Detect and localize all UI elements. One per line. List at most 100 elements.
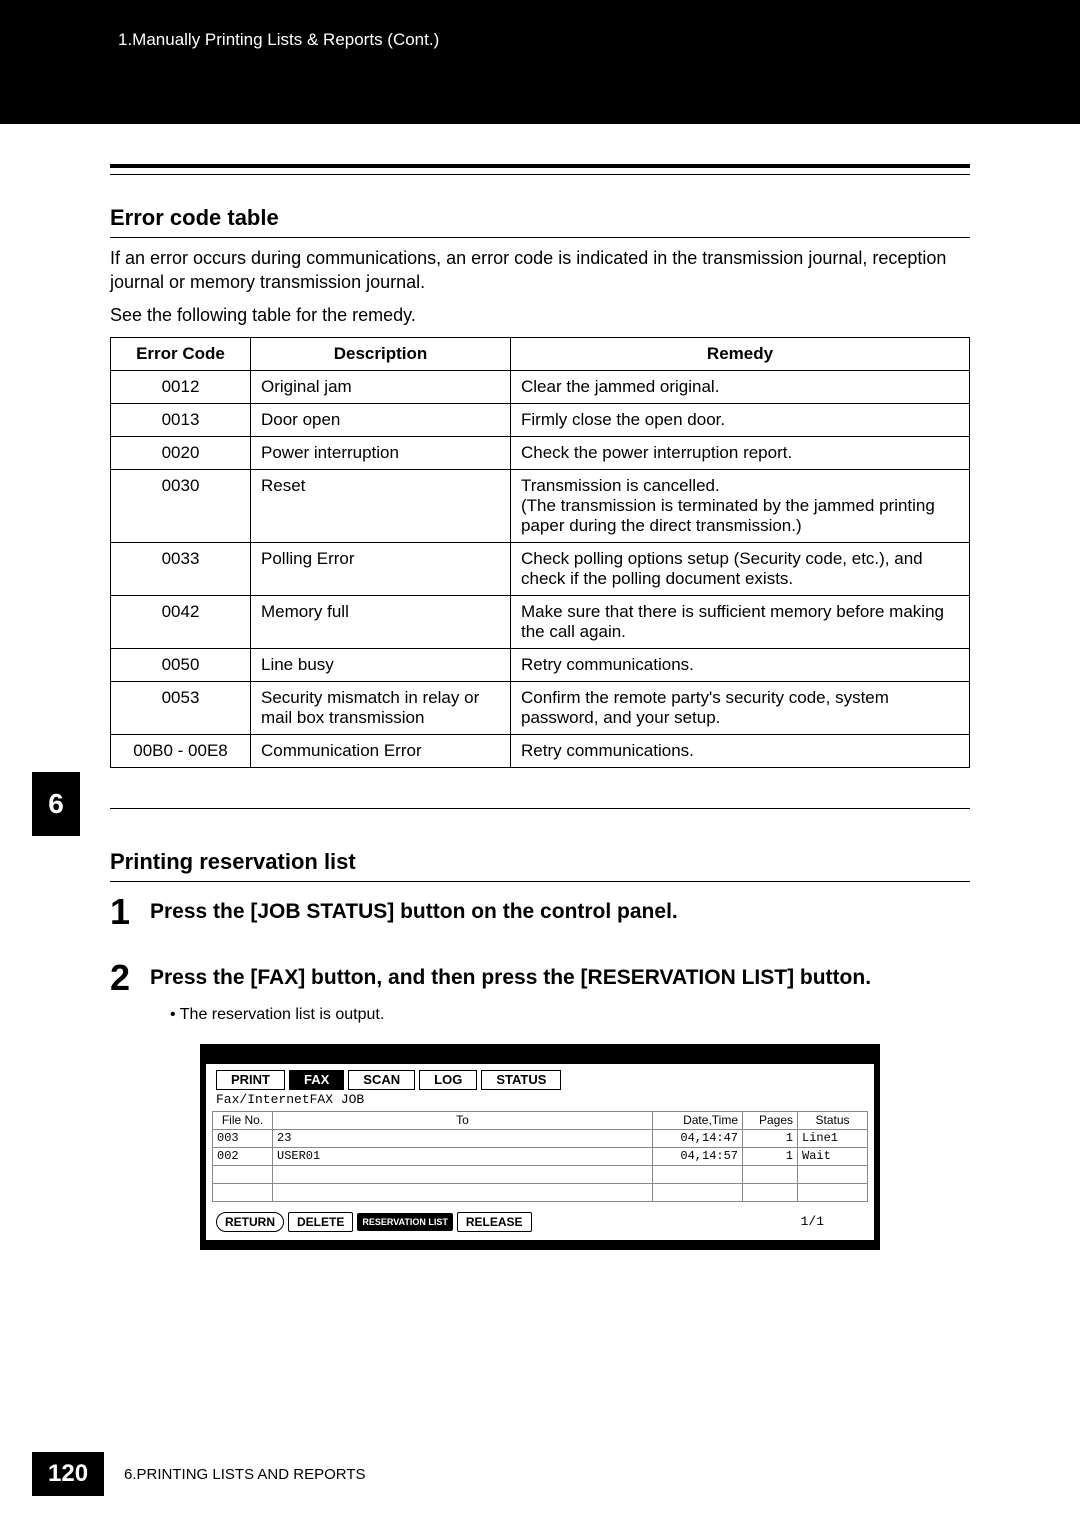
table-cell-desc: Polling Error: [251, 542, 511, 595]
table-cell-desc: Door open: [251, 403, 511, 436]
lcd-th-pages: Pages: [743, 1111, 798, 1129]
step-text: Press the [FAX] button, and then press t…: [150, 960, 871, 991]
table-cell-code: 0020: [111, 436, 251, 469]
lcd-tab-scan[interactable]: SCAN: [348, 1070, 415, 1090]
lcd-row[interactable]: 0032304,14:471Line1: [213, 1129, 868, 1147]
intro-paragraph-1: If an error occurs during communications…: [110, 246, 970, 295]
step-number: 2: [110, 960, 138, 996]
lcd-panel: PRINTFAXSCANLOGSTATUS Fax/InternetFAX JO…: [200, 1044, 880, 1250]
table-cell-desc: Communication Error: [251, 734, 511, 767]
lcd-cell: [653, 1165, 743, 1183]
table-row: 0020Power interruptionCheck the power in…: [111, 436, 970, 469]
lcd-cell: USER01: [273, 1147, 653, 1165]
step-number: 1: [110, 894, 138, 930]
table-row: 0050Line busyRetry communications.: [111, 648, 970, 681]
lcd-tab-status[interactable]: STATUS: [481, 1070, 561, 1090]
table-row: 0042Memory fullMake sure that there is s…: [111, 595, 970, 648]
chapter-tab: 6: [32, 772, 80, 836]
breadcrumb: 1.Manually Printing Lists & Reports (Con…: [118, 30, 439, 49]
table-cell-code: 0033: [111, 542, 251, 595]
table-cell-code: 0050: [111, 648, 251, 681]
rule-thick: [110, 164, 970, 168]
delete-button[interactable]: DELETE: [288, 1212, 353, 1232]
lcd-cell: [798, 1165, 868, 1183]
lcd-th-status: Status: [798, 1111, 868, 1129]
lcd-row[interactable]: 002USER0104,14:571Wait: [213, 1147, 868, 1165]
step-bullet: The reservation list is output.: [170, 1006, 970, 1024]
step-text: Press the [JOB STATUS] button on the con…: [150, 894, 678, 925]
lcd-row[interactable]: [213, 1165, 868, 1183]
lcd-cell: Line1: [798, 1129, 868, 1147]
lcd-tab-fax[interactable]: FAX: [289, 1070, 344, 1090]
lcd-cell: [653, 1183, 743, 1201]
rule-thin: [110, 808, 970, 809]
rule-thin: [110, 881, 970, 882]
th-remedy: Remedy: [511, 337, 970, 370]
lcd-cell: 1: [743, 1147, 798, 1165]
lcd-cell: [273, 1165, 653, 1183]
lcd-job-table: File No. To Date,Time Pages Status 00323…: [212, 1111, 868, 1202]
return-button[interactable]: RETURN: [216, 1212, 284, 1232]
step-1: 1 Press the [JOB STATUS] button on the c…: [110, 894, 970, 930]
table-row: 0013Door openFirmly close the open door.: [111, 403, 970, 436]
lcd-cell: [743, 1165, 798, 1183]
lcd-cell: 1: [743, 1129, 798, 1147]
rule-thin: [110, 174, 970, 175]
lcd-th-to: To: [273, 1111, 653, 1129]
lcd-row[interactable]: [213, 1183, 868, 1201]
table-row: 0033Polling ErrorCheck polling options s…: [111, 542, 970, 595]
footer-chapter: 6.PRINTING LISTS AND REPORTS: [124, 1466, 365, 1483]
lcd-cell: Wait: [798, 1147, 868, 1165]
th-desc: Description: [251, 337, 511, 370]
table-cell-code: 00B0 - 00E8: [111, 734, 251, 767]
lcd-cell: [273, 1183, 653, 1201]
lcd-tab-log[interactable]: LOG: [419, 1070, 477, 1090]
lcd-screenshot-wrap: PRINTFAXSCANLOGSTATUS Fax/InternetFAX JO…: [110, 1044, 970, 1250]
reservation-list-button[interactable]: RESERVATION LIST: [357, 1213, 453, 1231]
page-footer: 120 6.PRINTING LISTS AND REPORTS: [0, 1452, 1080, 1496]
th-code: Error Code: [111, 337, 251, 370]
table-cell-remedy: Check polling options setup (Security co…: [511, 542, 970, 595]
table-cell-desc: Reset: [251, 469, 511, 542]
lcd-subtitle: Fax/InternetFAX JOB: [206, 1090, 874, 1109]
lcd-cell: 04,14:57: [653, 1147, 743, 1165]
intro-paragraph-2: See the following table for the remedy.: [110, 303, 970, 327]
lcd-page-indicator: 1/1: [801, 1214, 864, 1229]
table-cell-code: 0053: [111, 681, 251, 734]
table-cell-remedy: Make sure that there is sufficient memor…: [511, 595, 970, 648]
lcd-tab-row: PRINTFAXSCANLOGSTATUS: [206, 1070, 874, 1090]
table-cell-code: 0013: [111, 403, 251, 436]
table-cell-code: 0030: [111, 469, 251, 542]
page-header: 1.Manually Printing Lists & Reports (Con…: [0, 0, 1080, 124]
table-cell-code: 0042: [111, 595, 251, 648]
lcd-cell: 04,14:47: [653, 1129, 743, 1147]
table-cell-remedy: Firmly close the open door.: [511, 403, 970, 436]
table-row: 0030ResetTransmission is cancelled. (The…: [111, 469, 970, 542]
step-2: 2 Press the [FAX] button, and then press…: [110, 960, 970, 996]
lcd-cell: 002: [213, 1147, 273, 1165]
table-cell-remedy: Transmission is cancelled. (The transmis…: [511, 469, 970, 542]
error-code-table: Error Code Description Remedy 0012Origin…: [110, 337, 970, 768]
lcd-cell: 003: [213, 1129, 273, 1147]
table-cell-remedy: Check the power interruption report.: [511, 436, 970, 469]
lcd-cell: [213, 1165, 273, 1183]
table-cell-desc: Power interruption: [251, 436, 511, 469]
table-cell-desc: Line busy: [251, 648, 511, 681]
release-button[interactable]: RELEASE: [457, 1212, 532, 1232]
table-row: 0053Security mismatch in relay or mail b…: [111, 681, 970, 734]
table-cell-desc: Original jam: [251, 370, 511, 403]
table-cell-code: 0012: [111, 370, 251, 403]
lcd-button-row: RETURN DELETE RESERVATION LIST RELEASE 1…: [206, 1208, 874, 1240]
table-cell-desc: Memory full: [251, 595, 511, 648]
rule-thin: [110, 237, 970, 238]
table-cell-remedy: Clear the jammed original.: [511, 370, 970, 403]
table-cell-remedy: Retry communications.: [511, 734, 970, 767]
page-number: 120: [32, 1452, 104, 1496]
lcd-cell: [743, 1183, 798, 1201]
lcd-cell: [213, 1183, 273, 1201]
lcd-tab-print[interactable]: PRINT: [216, 1070, 285, 1090]
table-row: 00B0 - 00E8Communication ErrorRetry comm…: [111, 734, 970, 767]
table-row: 0012Original jamClear the jammed origina…: [111, 370, 970, 403]
main-content: Error code table If an error occurs duri…: [0, 124, 1080, 1250]
reservation-heading: Printing reservation list: [110, 849, 970, 875]
